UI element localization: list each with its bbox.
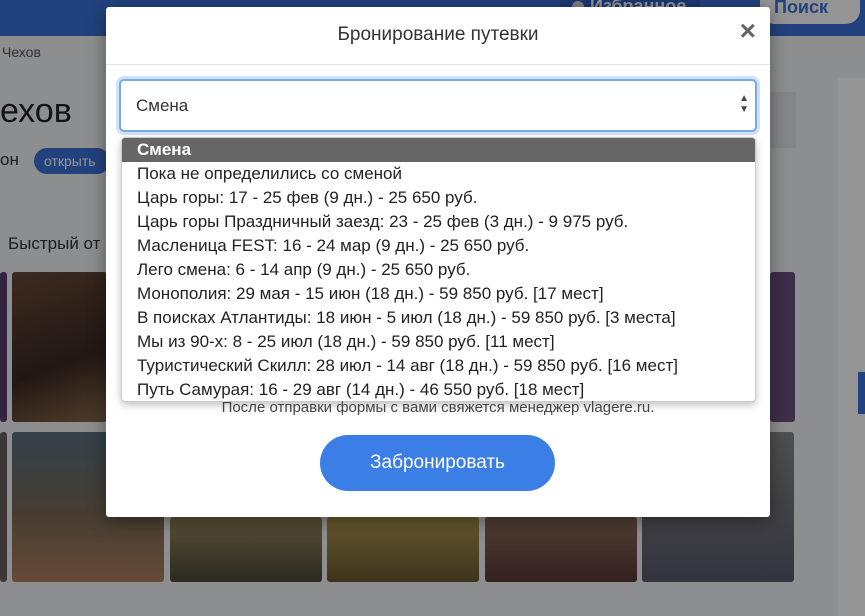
submit-button[interactable]: Забронировать xyxy=(320,435,555,491)
modal-header: Бронирование путевки × xyxy=(106,7,770,65)
dropdown-option[interactable]: Пока не определились со сменой xyxy=(122,162,755,186)
booking-modal: Бронирование путевки × Смена ▲ ▼ Смена Пок… xyxy=(106,7,770,517)
dropdown-option[interactable]: В поисках Атлантиды: 18 июн - 5 июл (18 … xyxy=(122,306,755,330)
dropdown-option[interactable]: Царь горы: 17 - 25 фев (9 дн.) - 25 650 … xyxy=(122,186,755,210)
dropdown-option[interactable]: Мы из 90-х: 8 - 25 июл (18 дн.) - 59 850… xyxy=(122,330,755,354)
modal-title: Бронирование путевки xyxy=(337,24,539,45)
shift-select[interactable]: Смена ▲ ▼ xyxy=(119,79,757,132)
close-icon[interactable]: × xyxy=(740,17,756,45)
dropdown-option[interactable]: Царь горы Праздничный заезд: 23 - 25 фев… xyxy=(122,210,755,234)
shift-select-value: Смена xyxy=(136,96,189,115)
dropdown-option[interactable]: Масленица FEST: 16 - 24 мар (9 дн.) - 25… xyxy=(122,234,755,258)
dropdown-option[interactable]: Смена xyxy=(122,138,755,162)
notice-text: После отправки формы с вами свяжется мен… xyxy=(221,399,655,416)
dropdown-option[interactable]: Монополия: 29 мая - 15 июн (18 дн.) - 59… xyxy=(122,282,755,306)
select-arrows-icon: ▲ ▼ xyxy=(739,93,749,115)
dropdown-option[interactable]: Туристический Скилл: 28 июл - 14 авг (18… xyxy=(122,354,755,378)
shift-dropdown-list[interactable]: Смена Пока не определились со сменой Царь … xyxy=(121,137,756,402)
dropdown-option[interactable]: Лего смена: 6 - 14 апр (9 дн.) - 25 650 … xyxy=(122,258,755,282)
